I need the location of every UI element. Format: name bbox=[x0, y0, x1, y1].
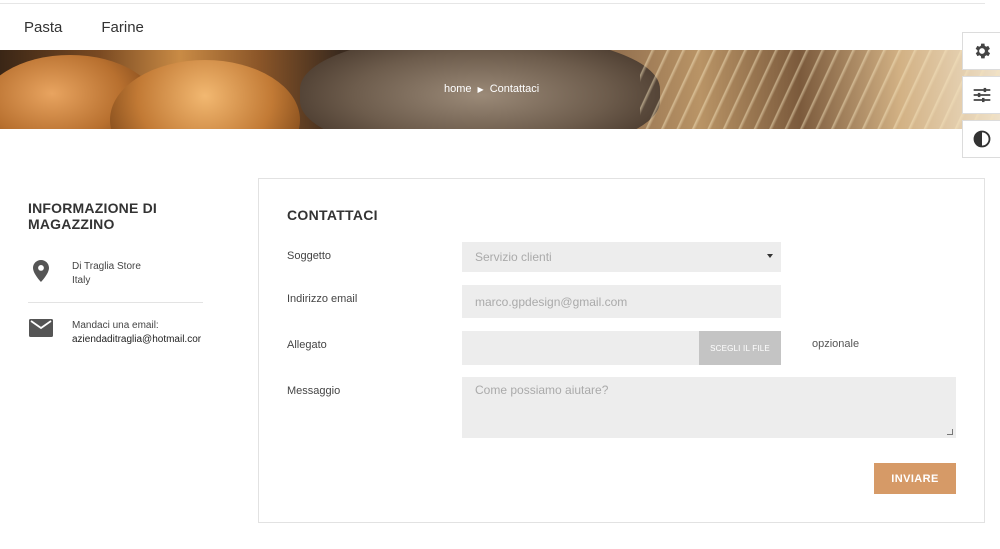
top-divider bbox=[0, 3, 985, 4]
attachment-label: Allegato bbox=[287, 339, 327, 351]
subject-label: Soggetto bbox=[287, 250, 332, 262]
choose-file-button[interactable]: SCEGLI IL FILE bbox=[699, 331, 781, 365]
email-label: Mandaci una email: bbox=[72, 320, 159, 331]
location-pin-icon bbox=[33, 260, 49, 282]
form-title: CONTATTACI bbox=[287, 207, 378, 223]
contrast-icon bbox=[973, 130, 990, 148]
message-placeholder: Come possiamo aiutare? bbox=[475, 383, 609, 397]
breadcrumb-current: Contattaci bbox=[489, 83, 540, 95]
wheat-image bbox=[640, 50, 1000, 129]
store-country: Italy bbox=[72, 275, 91, 286]
store-info: INFORMAZIONE DI MAGAZZINO Di Traglia Sto… bbox=[28, 200, 203, 347]
submit-button[interactable]: INVIARE bbox=[874, 463, 956, 494]
email-link[interactable]: aziendaditraglia@hotmail.cor bbox=[72, 333, 201, 347]
contrast-button[interactable] bbox=[962, 120, 1000, 158]
optional-note: opzionale bbox=[812, 338, 860, 350]
email-field-label: Indirizzo email bbox=[287, 293, 358, 305]
gear-icon bbox=[975, 43, 990, 59]
email-field[interactable]: marco.gpdesign@gmail.com bbox=[462, 285, 781, 318]
email-field-placeholder: marco.gpdesign@gmail.com bbox=[475, 294, 628, 309]
store-name: Di Traglia Store bbox=[72, 261, 141, 272]
bread-image bbox=[110, 60, 300, 129]
nav-item-pasta[interactable]: Pasta bbox=[24, 19, 62, 36]
info-divider bbox=[28, 302, 203, 303]
contact-form: CONTATTACI Soggetto Servizio clienti Ind… bbox=[258, 178, 985, 523]
side-toolbar bbox=[962, 32, 1000, 158]
store-info-title: INFORMAZIONE DI MAGAZZINO bbox=[28, 200, 157, 232]
top-nav: Pasta Farine bbox=[0, 6, 960, 48]
nav-item-farine[interactable]: Farine bbox=[101, 19, 144, 36]
filters-button[interactable] bbox=[962, 76, 1000, 114]
subject-selected-value: Servizio clienti bbox=[475, 250, 552, 264]
settings-button[interactable] bbox=[962, 32, 1000, 70]
mail-icon bbox=[29, 319, 53, 337]
caret-down-icon bbox=[767, 254, 773, 258]
sliders-icon bbox=[973, 87, 990, 103]
store-email: Mandaci una email: aziendaditraglia@hotm… bbox=[28, 319, 203, 347]
message-label: Messaggio bbox=[287, 385, 341, 397]
breadcrumb: home ▶ Contattaci bbox=[444, 83, 539, 95]
chevron-right-icon: ▶ bbox=[477, 84, 484, 94]
subject-select[interactable]: Servizio clienti bbox=[462, 242, 781, 272]
message-textarea[interactable]: Come possiamo aiutare? bbox=[462, 377, 956, 438]
breadcrumb-home[interactable]: home bbox=[444, 83, 472, 95]
store-address: Di Traglia Store Italy bbox=[28, 260, 203, 288]
attachment-field[interactable]: SCEGLI IL FILE bbox=[462, 331, 781, 365]
hero-banner: home ▶ Contattaci bbox=[0, 50, 1000, 129]
resize-handle-icon[interactable] bbox=[947, 429, 953, 435]
